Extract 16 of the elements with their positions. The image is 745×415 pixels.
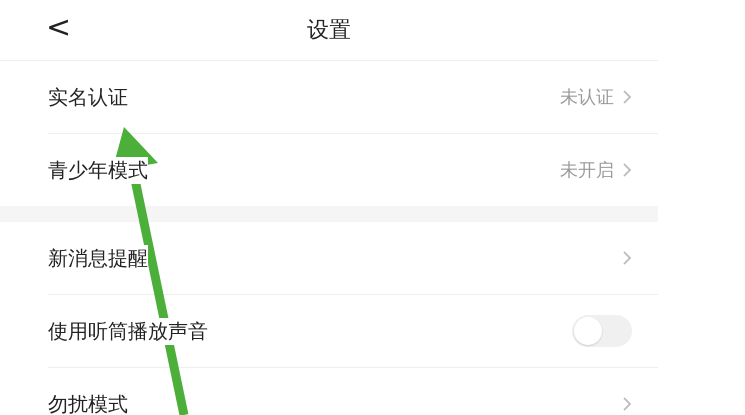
chevron-right-icon	[622, 162, 632, 178]
settings-row[interactable]: 勿扰模式	[48, 368, 658, 415]
settings-row[interactable]: 青少年模式 未开启	[48, 134, 658, 206]
chevron-right-icon	[622, 396, 632, 412]
page-title: 设置	[307, 17, 351, 45]
setting-value: 未认证	[560, 86, 614, 109]
chevron-right-icon	[622, 89, 632, 105]
setting-value: 未开启	[560, 159, 614, 182]
settings-row[interactable]: 使用听筒播放声音	[48, 295, 658, 368]
settings-row[interactable]: 新消息提醒	[48, 222, 658, 295]
settings-row[interactable]: 实名认证 未认证	[48, 61, 658, 134]
chevron-right-icon	[622, 250, 632, 266]
back-button[interactable]: <	[40, 10, 78, 45]
setting-label: 使用听筒播放声音	[48, 318, 208, 344]
toggle-switch[interactable]	[572, 315, 632, 347]
setting-label: 青少年模式	[48, 156, 148, 184]
